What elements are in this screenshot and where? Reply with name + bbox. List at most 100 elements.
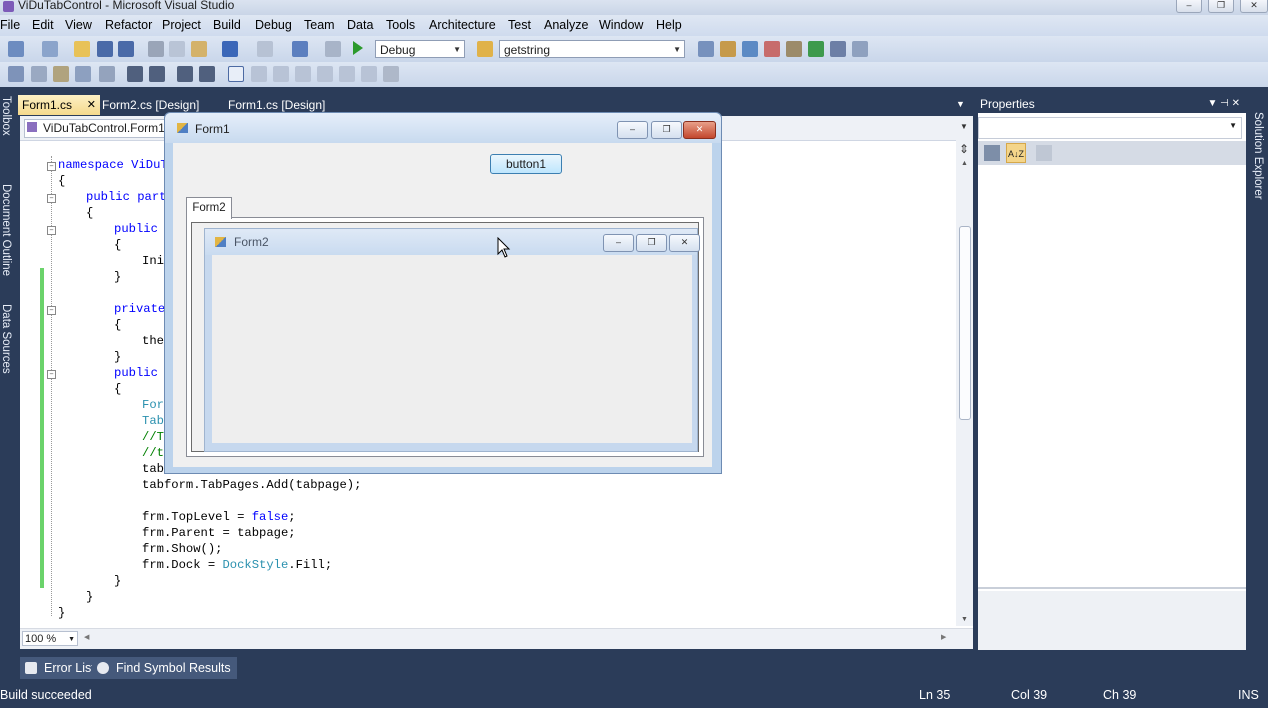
- find-combo[interactable]: getstring ▼: [499, 40, 685, 58]
- previous-bookmark-document-icon[interactable]: [339, 66, 355, 82]
- object-selector[interactable]: ▼: [978, 117, 1242, 139]
- tools-icon[interactable]: [786, 41, 802, 57]
- add-item-icon[interactable]: [42, 41, 58, 57]
- fold-toggle[interactable]: –: [47, 370, 56, 379]
- menu-debug[interactable]: Debug: [255, 18, 292, 32]
- copy-icon[interactable]: [169, 41, 185, 57]
- data-sources-tab[interactable]: Data Sources: [0, 304, 12, 374]
- toolbox-icon[interactable]: [764, 41, 780, 57]
- tab-form2[interactable]: Form2: [186, 197, 232, 219]
- active-files-dropdown-icon[interactable]: ▼: [956, 99, 965, 109]
- clear-bookmarks-icon[interactable]: [383, 66, 399, 82]
- cut-icon[interactable]: [148, 41, 164, 57]
- next-bookmark-icon[interactable]: [273, 66, 289, 82]
- maximize-button[interactable]: ❐: [1208, 0, 1234, 13]
- close-button[interactable]: ✕: [1240, 0, 1268, 13]
- menu-project[interactable]: Project: [162, 18, 201, 32]
- form1-maximize-button[interactable]: ❐: [651, 121, 682, 139]
- close-icon[interactable]: ✕: [87, 95, 96, 115]
- previous-bookmark-folder-icon[interactable]: [295, 66, 311, 82]
- tab-find-symbol-results[interactable]: Find Symbol Results: [92, 657, 237, 679]
- menu-build[interactable]: Build: [213, 18, 241, 32]
- form1-window[interactable]: Form1 – ❐ ✕ button1 Form2 Form2 – ❐ ✕: [164, 112, 722, 474]
- menu-team[interactable]: Team: [304, 18, 335, 32]
- menu-help[interactable]: Help: [656, 18, 682, 32]
- next-bookmark-document-icon[interactable]: [361, 66, 377, 82]
- minimize-button[interactable]: –: [1176, 0, 1202, 13]
- start-page-icon[interactable]: [808, 41, 824, 57]
- scroll-left-icon[interactable]: ◀: [84, 633, 89, 641]
- toolbox-tab[interactable]: Toolbox: [0, 96, 12, 136]
- previous-bookmark-icon[interactable]: [251, 66, 267, 82]
- start-debugging-icon[interactable]: [353, 41, 363, 55]
- fold-toggle[interactable]: –: [47, 306, 56, 315]
- form2-close-button[interactable]: ✕: [669, 234, 700, 252]
- save-icon[interactable]: [97, 41, 113, 57]
- document-outline-tab[interactable]: Document Outline: [0, 184, 12, 276]
- bookmark-icon[interactable]: [228, 66, 244, 82]
- command-window-icon[interactable]: [852, 41, 868, 57]
- property-pages-icon[interactable]: [1036, 145, 1052, 161]
- object-browser-icon[interactable]: [742, 41, 758, 57]
- increase-indent-icon[interactable]: [149, 66, 165, 82]
- categorized-icon[interactable]: [984, 145, 1000, 161]
- form1-caption[interactable]: Form1 – ❐ ✕: [165, 113, 721, 143]
- description-splitter[interactable]: [978, 587, 1246, 589]
- save-all-icon[interactable]: [118, 41, 134, 57]
- find-in-files-icon[interactable]: [477, 41, 493, 57]
- menu-file[interactable]: File: [0, 18, 20, 32]
- types-dropdown[interactable]: ViDuTabControl.Form1: [24, 119, 176, 138]
- uncomment-icon[interactable]: [199, 66, 215, 82]
- fold-toggle[interactable]: –: [47, 194, 56, 203]
- scroll-up-icon[interactable]: ▲: [961, 160, 968, 167]
- display-object-member-list-icon[interactable]: [8, 66, 24, 82]
- complete-word-icon[interactable]: [75, 66, 91, 82]
- scroll-thumb[interactable]: [959, 226, 971, 420]
- menu-view[interactable]: View: [65, 18, 92, 32]
- scroll-right-icon[interactable]: ▶: [941, 633, 946, 641]
- undo-icon[interactable]: [222, 41, 238, 57]
- extension-manager-icon[interactable]: [830, 41, 846, 57]
- solution-explorer-icon[interactable]: [698, 41, 714, 57]
- next-bookmark-folder-icon[interactable]: [317, 66, 333, 82]
- properties-window-icon[interactable]: [720, 41, 736, 57]
- redo-icon[interactable]: [257, 41, 273, 57]
- menu-edit[interactable]: Edit: [32, 18, 54, 32]
- vertical-scrollbar[interactable]: ⇕ ▲ ▼: [956, 140, 973, 626]
- parameter-info-icon[interactable]: [31, 66, 47, 82]
- alphabetical-icon[interactable]: A↓Z: [1006, 143, 1026, 163]
- menu-refactor[interactable]: Refactor: [105, 18, 152, 32]
- form1-close-button[interactable]: ✕: [683, 121, 716, 139]
- comment-out-icon[interactable]: [177, 66, 193, 82]
- toggle-bookmark-icon[interactable]: [99, 66, 115, 82]
- form2-maximize-button[interactable]: ❐: [636, 234, 667, 252]
- menu-analyze[interactable]: Analyze: [544, 18, 588, 32]
- menu-tools[interactable]: Tools: [386, 18, 415, 32]
- form1-minimize-button[interactable]: –: [617, 121, 648, 139]
- new-project-icon[interactable]: [8, 41, 24, 57]
- menu-window[interactable]: Window: [599, 18, 643, 32]
- solution-explorer-tab[interactable]: Solution Explorer: [1252, 112, 1264, 200]
- navigate-forward-icon[interactable]: [325, 41, 341, 57]
- form2-minimize-button[interactable]: –: [603, 234, 634, 252]
- tab-form1-cs[interactable]: Form1.cs ✕: [18, 95, 100, 115]
- split-handle-icon[interactable]: ⇕: [959, 142, 969, 156]
- tab-error-list[interactable]: Error List: [20, 657, 101, 679]
- quick-info-icon[interactable]: [53, 66, 69, 82]
- members-dropdown-arrow-icon[interactable]: ▼: [960, 122, 968, 131]
- button1[interactable]: button1: [490, 154, 562, 174]
- navigate-backward-icon[interactable]: [292, 41, 308, 57]
- menu-architecture[interactable]: Architecture: [429, 18, 496, 32]
- fold-toggle[interactable]: –: [47, 226, 56, 235]
- form2-window[interactable]: Form2 – ❐ ✕: [204, 228, 700, 452]
- fold-toggle[interactable]: –: [47, 162, 56, 171]
- menu-data[interactable]: Data: [347, 18, 373, 32]
- decrease-indent-icon[interactable]: [127, 66, 143, 82]
- scroll-down-icon[interactable]: ▼: [961, 616, 968, 623]
- menu-test[interactable]: Test: [508, 18, 531, 32]
- solution-configuration-select[interactable]: Debug ▼: [375, 40, 465, 58]
- zoom-select[interactable]: 100 % ▼: [22, 631, 78, 646]
- panel-controls-icon[interactable]: ▼ ⊣ ✕: [1207, 95, 1240, 113]
- paste-icon[interactable]: [191, 41, 207, 57]
- form2-caption[interactable]: Form2 – ❐ ✕: [205, 229, 700, 255]
